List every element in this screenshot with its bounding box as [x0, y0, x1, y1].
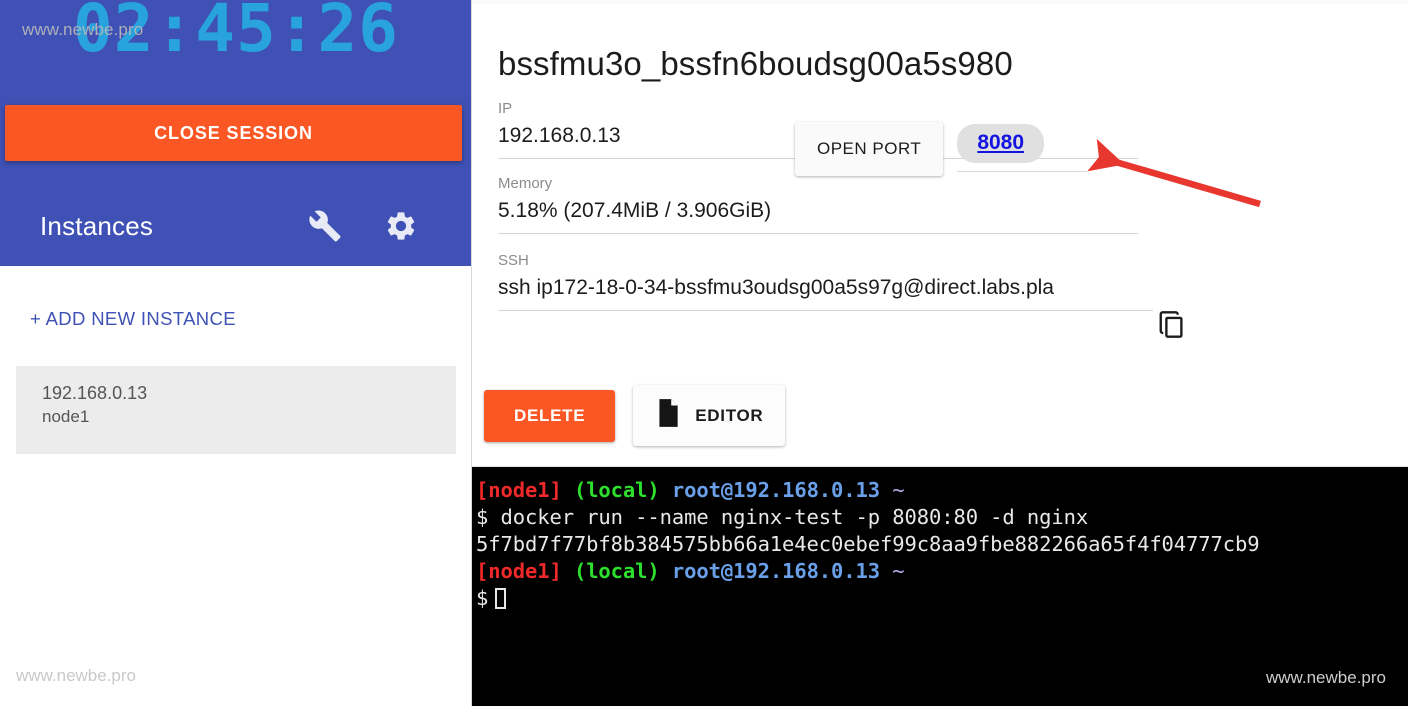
- port-8080-link[interactable]: 8080: [977, 131, 1024, 154]
- list-item[interactable]: 192.168.0.13 node1: [16, 366, 456, 454]
- ssh-field: SSH ssh ip172-18-0-34-bssfmu3oudsg00a5s9…: [498, 250, 1153, 311]
- terminal-input-line[interactable]: $: [472, 585, 1408, 612]
- terminal-cursor: [495, 588, 507, 609]
- port-field: 8080: [957, 122, 1088, 172]
- terminal-command-line: $ docker run --name nginx-test -p 8080:8…: [472, 504, 1408, 531]
- input-sigil: $: [476, 586, 489, 610]
- command-sigil: $: [476, 505, 489, 529]
- editor-button[interactable]: EDITOR: [633, 385, 786, 446]
- close-session-button[interactable]: CLOSE SESSION: [5, 105, 462, 161]
- instance-detail-card: bssfmu3o_bssfn6boudsg00a5s980 IP 192.168…: [472, 4, 1408, 467]
- prompt-path: ~: [892, 559, 905, 583]
- terminal-prompt-line: [node1] (local) root@192.168.0.13 ~: [472, 477, 1408, 504]
- ip-label: IP: [498, 99, 513, 117]
- sidebar: 02:45:26 www.newbe.pro CLOSE SESSION Ins…: [0, 0, 472, 706]
- terminal-output-line: 5f7bd7f77bf8b384575bb66a1e4ec0ebef99c8aa…: [476, 532, 1260, 556]
- port-row: OPEN PORT 8080: [795, 122, 1088, 176]
- app-root: 02:45:26 www.newbe.pro CLOSE SESSION Ins…: [0, 0, 1408, 706]
- instances-title: Instances: [40, 210, 154, 241]
- prompt-path: ~: [892, 478, 905, 502]
- prompt-host: [node1]: [476, 559, 562, 583]
- sidebar-header: 02:45:26 www.newbe.pro CLOSE SESSION Ins…: [0, 0, 472, 266]
- terminal-prompt-line: [node1] (local) root@192.168.0.13 ~: [472, 558, 1408, 585]
- watermark-top: www.newbe.pro: [22, 20, 144, 39]
- editor-button-label: EDITOR: [695, 405, 764, 425]
- delete-button[interactable]: DELETE: [484, 389, 616, 442]
- wrench-icon[interactable]: [308, 209, 342, 243]
- instance-list: 192.168.0.13 node1: [16, 366, 456, 454]
- prompt-user: root@192.168.0.13: [671, 478, 881, 502]
- sidebar-header-icons: [308, 209, 418, 243]
- prompt-host: [node1]: [476, 478, 562, 502]
- gear-icon[interactable]: [384, 209, 418, 243]
- watermark-sidebar-bottom: www.newbe.pro: [16, 666, 137, 685]
- add-new-instance-button[interactable]: + ADD NEW INSTANCE: [28, 304, 238, 334]
- memory-label: Memory: [498, 174, 553, 192]
- prompt-scope: (local): [573, 559, 660, 583]
- instances-bar: Instances: [0, 186, 472, 266]
- port-chip[interactable]: 8080: [957, 124, 1045, 163]
- instance-name: node1: [42, 407, 90, 427]
- memory-field: Memory 5.18% (207.4MiB / 3.906GiB): [498, 173, 1138, 234]
- copy-icon[interactable]: [1157, 309, 1187, 346]
- action-buttons: DELETE EDITOR: [484, 385, 786, 446]
- instance-ip: 192.168.0.13: [42, 383, 148, 403]
- terminal[interactable]: [node1] (local) root@192.168.0.13 ~ $ do…: [472, 467, 1408, 706]
- memory-value: 5.18% (207.4MiB / 3.906GiB): [498, 199, 772, 223]
- page-title: bssfmu3o_bssfn6boudsg00a5s980: [498, 45, 1013, 82]
- main-panel: bssfmu3o_bssfn6boudsg00a5s980 IP 192.168…: [472, 0, 1408, 706]
- command-text: docker run --name nginx-test -p 8080:80 …: [500, 505, 1089, 529]
- ssh-label: SSH: [498, 251, 529, 269]
- ssh-value: ssh ip172-18-0-34-bssfmu3oudsg00a5s97g@d…: [498, 276, 1054, 300]
- prompt-user: root@192.168.0.13: [671, 559, 881, 583]
- open-port-button[interactable]: OPEN PORT: [795, 122, 944, 176]
- watermark-terminal: www.newbe.pro: [1265, 668, 1386, 687]
- prompt-scope: (local): [573, 478, 660, 502]
- document-icon: [655, 398, 681, 433]
